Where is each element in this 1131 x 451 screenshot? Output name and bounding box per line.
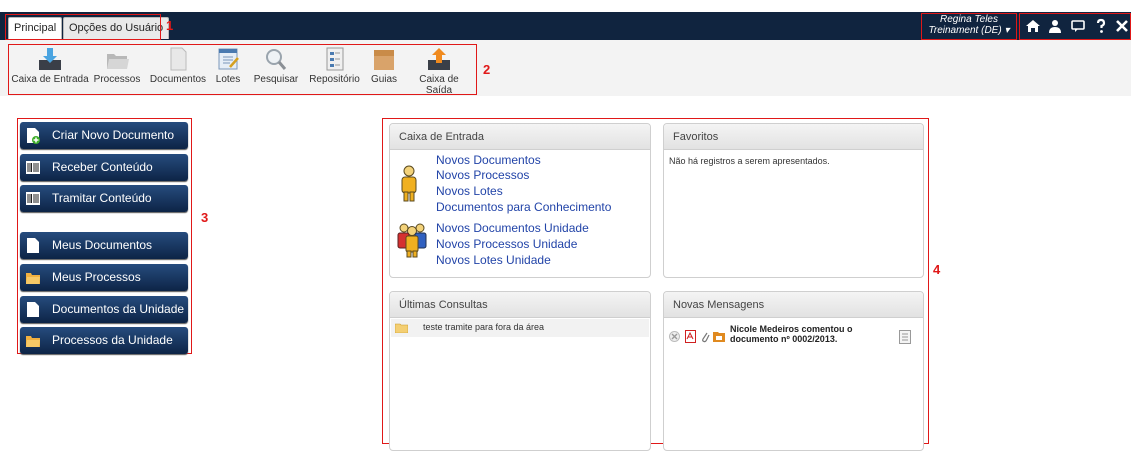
toolbar-batches-button[interactable]: Lotes [213,46,243,94]
link-new-processes-unit[interactable]: Novos Processos Unidade [436,237,577,251]
new-message-line1: Nicole Medeiros comentou o [730,324,853,334]
link-new-documents[interactable]: Novos Documentos [436,153,541,167]
folder-icon [26,273,40,284]
new-messages-panel: Novas Mensagens [663,291,924,451]
document-icon [27,238,39,253]
toolbar-inbox-button[interactable]: Caixa de Entrada [11,46,89,94]
folder-icon [713,332,725,342]
link-new-documents-unit[interactable]: Novos Documentos Unidade [436,221,589,235]
recent-search-item-label: teste tramite para fora da área [423,322,545,332]
annotation-box-5 [921,13,1017,40]
toolbar-documents-label: Documentos [149,74,207,85]
recent-searches-title: Últimas Consultas [390,292,650,318]
inbox-panel-title: Caixa de Entrada [390,124,650,150]
my-documents-button[interactable]: Meus Documentos [20,232,188,259]
new-document-icon [27,128,40,144]
annotation-marker-4: 4 [933,262,941,277]
toolbar-outbox-label: Caixa de Saída [419,74,459,96]
delete-icon[interactable] [669,331,680,342]
receive-content-button[interactable]: Receber Conteúdo [20,154,188,181]
toolbar-inbox-label: Caixa de Entrada [11,74,89,85]
link-new-processes[interactable]: Novos Processos [436,168,529,182]
barcode-icon [26,161,40,174]
outbox-icon [428,48,450,70]
barcode-icon [26,192,40,205]
favorites-panel: Favoritos Não há registros a serem apres… [663,123,924,278]
favorites-empty-text: Não há registros a serem apresentados. [669,156,830,166]
forward-content-label: Tramitar Conteúdo [52,191,152,205]
recent-searches-panel: Últimas Consultas teste tramite para for… [389,291,651,451]
receive-content-label: Receber Conteúdo [52,160,153,174]
toolbar-processes-button[interactable]: Processos [92,46,142,94]
toolbar-guides-label: Guias [370,74,398,85]
annotation-marker-1: 1 [166,18,174,33]
forward-content-button[interactable]: Tramitar Conteúdo [20,185,188,212]
create-new-document-label: Criar Novo Documento [52,128,175,142]
unit-documents-label: Documentos da Unidade [52,302,185,316]
top-margin [0,0,1131,12]
create-new-document-button[interactable]: Criar Novo Documento [20,122,188,149]
toolbar-search-button[interactable]: Pesquisar [250,46,302,94]
person-icon [401,165,417,202]
pdf-icon[interactable] [685,330,696,343]
my-documents-label: Meus Documentos [52,238,153,252]
document-icon [170,47,187,71]
toolbar-repository-button[interactable]: Repositório [307,46,362,94]
folder-icon [107,54,129,69]
toolbar-documents-button[interactable]: Documentos [147,46,209,94]
my-processes-label: Meus Processos [52,270,141,284]
recent-search-item[interactable]: teste tramite para fora da área [391,319,649,337]
annotation-box-6 [1019,13,1131,40]
unit-processes-button[interactable]: Processos da Unidade [20,327,188,354]
toolbar-processes-label: Processos [93,74,141,85]
view-message-icon[interactable] [899,330,911,344]
unit-documents-button[interactable]: Documentos da Unidade [20,296,188,323]
toolbar-guides-button[interactable]: Guias [368,46,400,94]
batch-icon [218,48,239,70]
new-messages-title: Novas Mensagens [664,292,923,318]
inbox-icon [39,48,61,70]
unit-processes-label: Processos da Unidade [52,333,173,347]
search-icon [266,49,287,70]
link-new-batches-unit[interactable]: Novos Lotes Unidade [436,253,551,267]
my-processes-button[interactable]: Meus Processos [20,264,188,291]
favorites-panel-title: Favoritos [664,124,923,150]
toolbar-repository-label: Repositório [309,74,360,85]
new-message-item[interactable]: Nicole Medeiros comentou o documento nº … [730,324,853,344]
new-message-line2: documento nº 0002/2013. [730,334,838,344]
document-icon [27,302,39,317]
repository-icon [326,47,343,71]
folder-icon [395,323,408,333]
toolbar-outbox-button[interactable]: Caixa de Saída [405,46,473,96]
link-documents-for-acknowledgement[interactable]: Documentos para Conhecimento [436,200,611,214]
link-new-batches[interactable]: Novos Lotes [436,184,503,198]
annotation-marker-2: 2 [483,62,491,77]
guide-icon [374,50,394,70]
attachment-icon[interactable] [700,330,710,343]
annotation-marker-3: 3 [201,210,209,225]
folder-icon [26,336,40,347]
annotation-box-1 [5,14,161,40]
group-icon [397,223,427,258]
toolbar-search-label: Pesquisar [253,74,299,85]
toolbar-batches-label: Lotes [215,74,241,85]
